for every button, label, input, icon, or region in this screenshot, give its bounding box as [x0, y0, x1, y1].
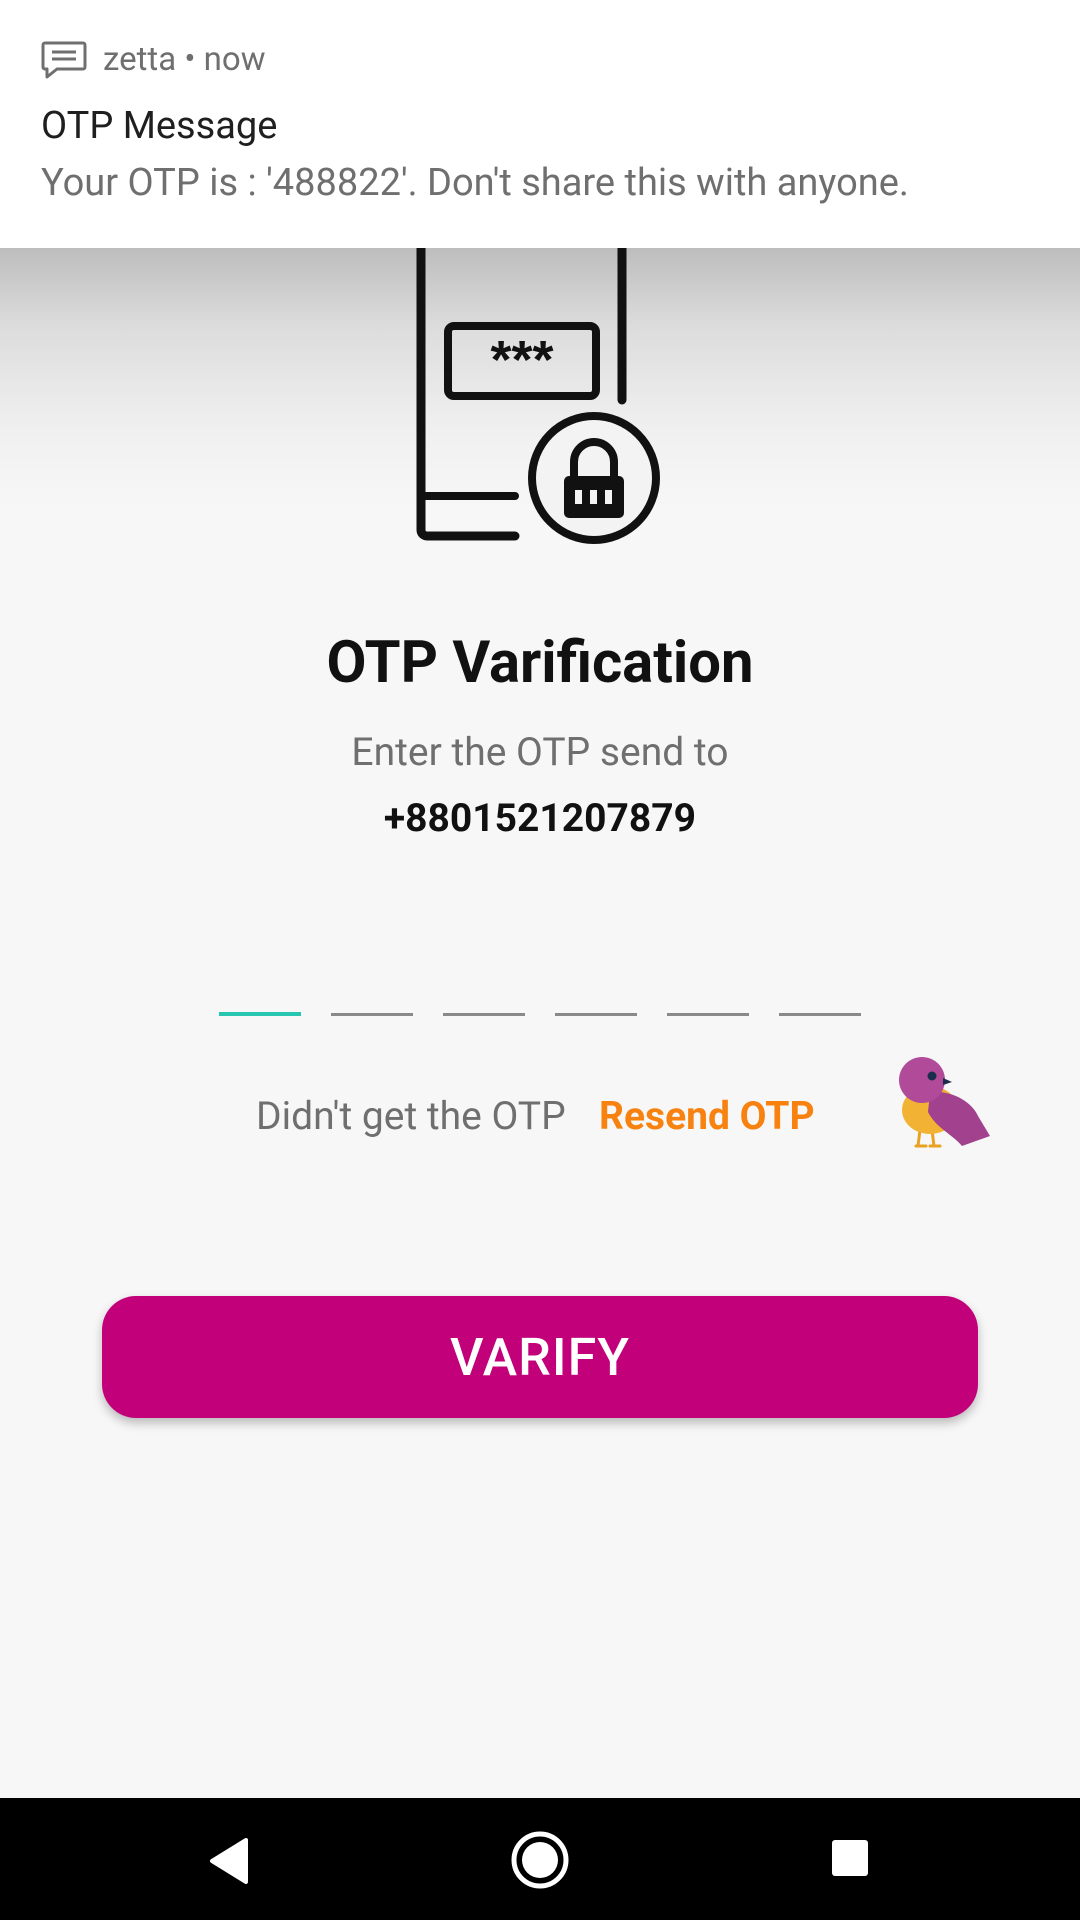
verify-button[interactable]: VARIFY [102, 1296, 978, 1418]
otp-digit-6[interactable] [779, 940, 861, 1016]
otp-digit-5[interactable] [667, 940, 749, 1016]
otp-phone-lock-illustration: *** [416, 248, 660, 544]
otp-digit-1[interactable] [219, 940, 301, 1016]
notification-title: OTP Message [41, 104, 278, 148]
back-triangle-icon[interactable] [206, 1836, 252, 1886]
recents-square-icon[interactable] [830, 1838, 870, 1878]
otp-input-row [219, 940, 861, 1016]
notification-card[interactable]: zetta • now OTP Message Your OTP is : '4… [0, 0, 1080, 248]
phone-number: +8801521207879 [383, 795, 697, 841]
message-icon [41, 41, 87, 79]
notification-body: Your OTP is : '488822'. Don't share this… [41, 161, 909, 205]
home-circle-icon[interactable] [509, 1829, 571, 1891]
notification-app-name: zetta • now [103, 40, 266, 79]
otp-digit-4[interactable] [555, 940, 637, 1016]
bird-mascot-icon [899, 1057, 990, 1148]
otp-digit-3[interactable] [443, 940, 525, 1016]
otp-digit-2[interactable] [331, 940, 413, 1016]
page-title: OTP Varification [326, 629, 754, 697]
resend-prompt: Didn't get the OTP [256, 1093, 566, 1139]
otp-instructions: Enter the OTP send to [351, 729, 729, 775]
navigation-bar [0, 1798, 1080, 1920]
resend-otp-link[interactable]: Resend OTP [599, 1088, 815, 1144]
svg-text:***: *** [490, 330, 553, 390]
